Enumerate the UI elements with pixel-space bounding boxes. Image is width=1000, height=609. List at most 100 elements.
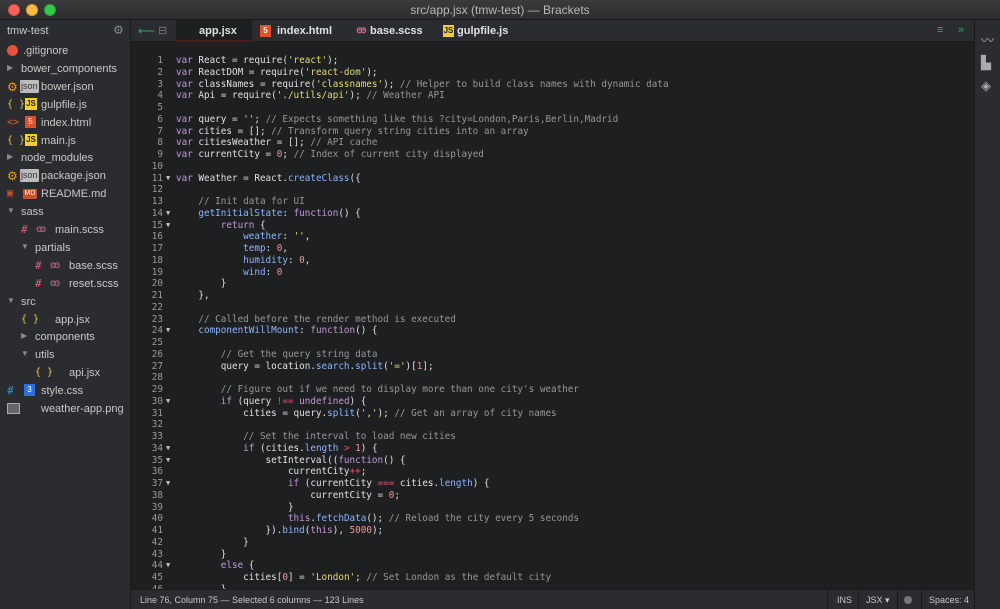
chevron-down-icon[interactable]: ▼	[7, 206, 15, 215]
code-line[interactable]: 26 // Get the query string data	[131, 349, 974, 361]
fold-toggle-icon[interactable]: ▼	[166, 478, 170, 490]
gear-icon[interactable]: ⚙	[113, 23, 124, 37]
tree-item-base-scss[interactable]: ꙭ # base.scss	[0, 257, 130, 275]
tab-app-jsx[interactable]: app.jsx	[176, 20, 252, 42]
code-line[interactable]: 25	[131, 337, 974, 349]
tree-item-main-scss[interactable]: ꙭ # main.scss	[0, 221, 130, 239]
code-line[interactable]: 35 ▼ setInterval((function() {	[131, 455, 974, 467]
code-line[interactable]: 3 var classNames = require('classnames');…	[131, 79, 974, 91]
code-line[interactable]: 38 currentCity = 0;	[131, 490, 974, 502]
code-line[interactable]: 41 }).bind(this), 5000);	[131, 525, 974, 537]
chevron-down-icon[interactable]: ▼	[7, 296, 15, 305]
tree-item-gulpfile-js[interactable]: JS{ } gulpfile.js	[0, 96, 130, 114]
code-line[interactable]: 5	[131, 102, 974, 114]
list-icon[interactable]: ≡	[937, 24, 943, 36]
language-select[interactable]: JSX ▾	[866, 595, 890, 606]
chevron-right-icon[interactable]: ▶	[7, 152, 13, 161]
tree-item-partials[interactable]: ▼ partials	[0, 239, 130, 257]
arrow-left-icon[interactable]: ⟵	[138, 24, 155, 38]
code-line[interactable]: 17 temp: 0,	[131, 243, 974, 255]
code-line[interactable]: 11 ▼ var Weather = React.createClass({	[131, 173, 974, 185]
code-line[interactable]: 45 cities[0] = 'London'; // Set London a…	[131, 572, 974, 584]
code-line[interactable]: 42 }	[131, 537, 974, 549]
code-line[interactable]: 31 cities = query.split(','); // Get an …	[131, 408, 974, 420]
code-line[interactable]: 15 ▼ return {	[131, 220, 974, 232]
code-line[interactable]: 12	[131, 184, 974, 196]
fold-toggle-icon[interactable]: ▼	[166, 173, 170, 185]
chevron-down-icon[interactable]: ▼	[21, 349, 29, 358]
code-line[interactable]: 19 wind: 0	[131, 267, 974, 279]
tree-item-package-json[interactable]: json ⚙ package.json	[0, 167, 130, 185]
code-line[interactable]: 21 },	[131, 290, 974, 302]
code-line[interactable]: 24 ▼ componentWillMount: function() {	[131, 325, 974, 337]
project-header[interactable]: tmw-test ⚙	[0, 20, 130, 42]
tree-item-readme-md[interactable]: MD ▣ README.md	[0, 185, 130, 203]
live-preview-icon[interactable]: 〰	[981, 30, 994, 49]
layers-icon[interactable]: ◈	[981, 78, 991, 94]
code-line[interactable]: 2 var ReactDOM = require('react-dom');	[131, 67, 974, 79]
tree-item-style-css[interactable]: 3 # style.css	[0, 382, 130, 400]
tab-index-html[interactable]: 5 index.html	[252, 20, 352, 42]
split-view-icon[interactable]: ⊟	[158, 24, 167, 37]
chevron-right-icon[interactable]: ▶	[7, 63, 13, 72]
fold-toggle-icon[interactable]: ▼	[166, 396, 170, 408]
code-line[interactable]: 30 ▼ if (query !== undefined) {	[131, 396, 974, 408]
fold-toggle-icon[interactable]: ▼	[166, 443, 170, 455]
code-line[interactable]: 29 // Figure out if we need to display m…	[131, 384, 974, 396]
chevron-down-icon[interactable]: ▼	[21, 242, 29, 251]
code-line[interactable]: 32	[131, 419, 974, 431]
chevron-right-icon[interactable]: ▶	[21, 331, 27, 340]
code-line[interactable]: 14 ▼ getInitialState: function() {	[131, 208, 974, 220]
tree-item-main-js[interactable]: JS{ } main.js	[0, 132, 130, 150]
code-line[interactable]: 39 }	[131, 502, 974, 514]
fold-toggle-icon[interactable]: ▼	[166, 325, 170, 337]
code-line[interactable]: 43 }	[131, 549, 974, 561]
tree-item-node-modules[interactable]: ▶ node_modules	[0, 149, 130, 167]
code-line[interactable]: 22	[131, 302, 974, 314]
extension-manager-icon[interactable]: ▙	[981, 55, 991, 71]
tree-item--gitignore[interactable]: .gitignore	[0, 42, 130, 60]
tree-item-reset-scss[interactable]: ꙭ # reset.scss	[0, 275, 130, 293]
code-line[interactable]: 9 var currentCity = 0; // Index of curren…	[131, 149, 974, 161]
code-line[interactable]: 7 var cities = []; // Transform query str…	[131, 126, 974, 138]
fold-toggle-icon[interactable]: ▼	[166, 560, 170, 572]
tree-item-index-html[interactable]: 5 <> index.html	[0, 114, 130, 132]
tree-item-components[interactable]: ▶ components	[0, 328, 130, 346]
code-line[interactable]: 28	[131, 372, 974, 384]
code-line[interactable]: 23 // Called before the render method is…	[131, 314, 974, 326]
code-editor[interactable]: 1 var React = require('react'); 2 var React…	[131, 42, 974, 589]
fold-toggle-icon[interactable]: ▼	[166, 455, 170, 467]
code-line[interactable]: 20 }	[131, 278, 974, 290]
indentation-select[interactable]: Spaces: 4	[929, 595, 969, 605]
code-line[interactable]: 1 var React = require('react');	[131, 55, 974, 67]
tree-item-app-jsx[interactable]: { } app.jsx	[0, 311, 130, 329]
fold-toggle-icon[interactable]: ▼	[166, 208, 170, 220]
tree-item-sass[interactable]: ▼ sass	[0, 203, 130, 221]
insert-mode-toggle[interactable]: INS	[837, 595, 852, 605]
tree-item-bower-json[interactable]: json ⚙ bower.json	[0, 78, 130, 96]
code-line[interactable]: 34 ▼ if (cities.length > 1) {	[131, 443, 974, 455]
tree-item-src[interactable]: ▼ src	[0, 293, 130, 311]
tree-item-utils[interactable]: ▼ utils	[0, 346, 130, 364]
code-line[interactable]: 33 // Set the interval to load new citie…	[131, 431, 974, 443]
code-line[interactable]: 6 var query = ''; // Expects something li…	[131, 114, 974, 126]
linter-status-icon[interactable]	[904, 596, 912, 604]
code-line[interactable]: 44 ▼ else {	[131, 560, 974, 572]
tree-item-bower-components[interactable]: ▶ bower_components	[0, 60, 130, 78]
code-line[interactable]: 36 currentCity++;	[131, 466, 974, 478]
tab-base-scss[interactable]: ꙭ base.scss	[352, 20, 440, 42]
code-line[interactable]: 37 ▼ if (currentCity === cities.length) {	[131, 478, 974, 490]
code-line[interactable]: 18 humidity: 0,	[131, 255, 974, 267]
code-line[interactable]: 13 // Init data for UI	[131, 196, 974, 208]
tree-item-weather-app-png[interactable]: weather-app.png	[0, 400, 130, 418]
code-line[interactable]: 27 query = location.search.split('=')[1]…	[131, 361, 974, 373]
tab-gulpfile-js[interactable]: JS gulpfile.js	[440, 20, 530, 42]
code-line[interactable]: 10	[131, 161, 974, 173]
code-line[interactable]: 8 var citiesWeather = []; // API cache	[131, 137, 974, 149]
tree-item-api-jsx[interactable]: { } api.jsx	[0, 364, 130, 382]
project-name[interactable]: tmw-test	[7, 25, 49, 37]
code-line[interactable]: 16 weather: '',	[131, 231, 974, 243]
code-line[interactable]: 4 var Api = require('./utils/api'); // We…	[131, 90, 974, 102]
code-line[interactable]: 40 this.fetchData(); // Reload the city …	[131, 513, 974, 525]
double-chevron-right-icon[interactable]: »	[958, 24, 964, 36]
